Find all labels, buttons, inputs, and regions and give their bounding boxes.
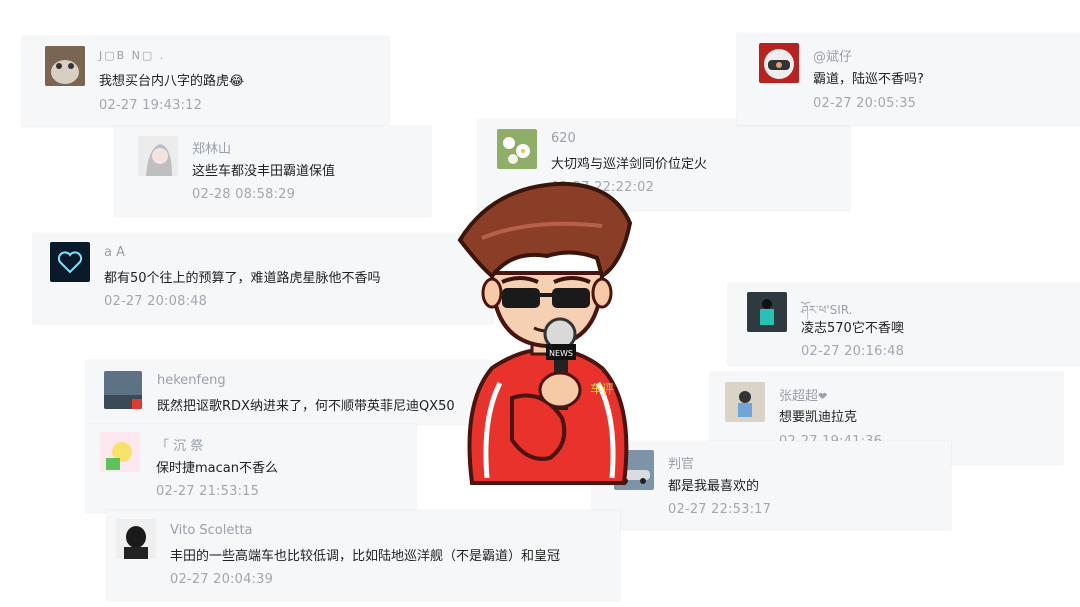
comment-text: 丰田的一些高端车也比较低调，比如陆地巡洋舰（不是霸道）和皇冠 [170, 549, 561, 564]
commenter-name[interactable]: Vito Scoletta [170, 523, 253, 538]
comment-text: 都是我最喜欢的 [668, 479, 760, 494]
comment-text: 保时捷macan不香么 [156, 461, 278, 476]
avatar[interactable] [100, 432, 140, 472]
news-reporter-mascot: NEWS 车评 [452, 178, 642, 492]
avatar[interactable] [104, 371, 142, 409]
comment-body: 我想买台内八字的路虎 [99, 74, 230, 89]
commenter-name[interactable]: a A [104, 245, 125, 260]
comment-time: 02-27 20:08:48 [104, 294, 208, 309]
comment-time: 02-27 19:43:12 [99, 98, 203, 113]
commenter-name-text: 张超超 [779, 389, 819, 404]
commenter-name[interactable]: 判官 [668, 453, 694, 472]
comment-card: 判官 都是我最喜欢的 02-27 22:53:17 [592, 441, 951, 529]
comment-text: 想要凯迪拉克 [779, 410, 858, 425]
comment-time: 02-27 21:53:15 [156, 484, 260, 499]
commenter-name[interactable]: hekenfeng [157, 373, 226, 388]
avatar[interactable] [759, 43, 799, 83]
comment-time: 02-27 20:16:48 [801, 344, 905, 359]
comment-card: a A 都有50个往上的预算了，难道路虎星脉他不香吗 02-27 20:08:4… [33, 233, 493, 323]
comment-card: 「 沉 祭 保时捷macan不香么 02-27 21:53:15 [86, 424, 416, 512]
comment-card: hekenfeng 既然把讴歌RDX纳进来了，何不顺带英菲尼迪QX50 [86, 360, 490, 424]
avatar[interactable] [138, 136, 178, 176]
avatar[interactable] [45, 46, 85, 86]
commenter-name[interactable]: 620 [551, 131, 576, 146]
laughing-emoji-icon: 😂 [229, 74, 245, 89]
comment-text: 凌志570它不香噢 [801, 321, 904, 336]
avatar[interactable] [50, 242, 90, 282]
commenter-name[interactable]: 「 沉 祭 [156, 435, 203, 454]
comment-card: 郑林山 这些车都没丰田霸道保值 02-28 08:58:29 [115, 126, 431, 216]
comment-card: Vito Scoletta 丰田的一些高端车也比较低调，比如陆地巡洋舰（不是霸道… [107, 510, 620, 600]
avatar[interactable] [116, 519, 156, 559]
comment-card: J▢B N▢ . 我想买台内八字的路虎😂 02-27 19:43:12 [22, 36, 389, 126]
comment-time: 02-28 08:58:29 [192, 187, 296, 202]
comment-text: 这些车都没丰田霸道保值 [192, 164, 336, 179]
comment-text: 既然把讴歌RDX纳进来了，何不顺带英菲尼迪QX50 [157, 399, 455, 414]
comment-text: 霸道，陆巡不香吗? [813, 72, 924, 87]
comment-time: 02-27 20:04:39 [170, 572, 274, 587]
avatar[interactable] [725, 382, 765, 422]
comment-time: 02-27 20:05:35 [813, 96, 917, 111]
comment-text: 我想买台内八字的路虎😂 [99, 70, 244, 89]
jacket-logo: 车评 [590, 381, 614, 396]
comment-text: 大切鸡与巡洋剑同价位定火 [551, 157, 708, 172]
commenter-name[interactable]: J▢B N▢ . [99, 49, 165, 62]
heart-icon: ❤ [818, 390, 828, 403]
commenter-name[interactable]: @斌仔 [813, 46, 852, 65]
comment-card: @斌仔 霸道，陆巡不香吗? 02-27 20:05:35 [737, 33, 1080, 125]
mic-label: NEWS [549, 349, 573, 358]
comment-time: 02-27 22:53:17 [668, 502, 772, 517]
avatar[interactable] [747, 292, 787, 332]
commenter-name[interactable]: 郑林山 [192, 138, 231, 157]
comment-text: 都有50个往上的预算了，难道路虎星脉他不香吗 [104, 271, 381, 286]
comment-card: ཤོར་ཕ'SIR. 凌志570它不香噢 02-27 20:16:48 [728, 283, 1080, 365]
avatar[interactable] [497, 129, 537, 169]
commenter-name[interactable]: 张超超❤ [779, 385, 827, 404]
